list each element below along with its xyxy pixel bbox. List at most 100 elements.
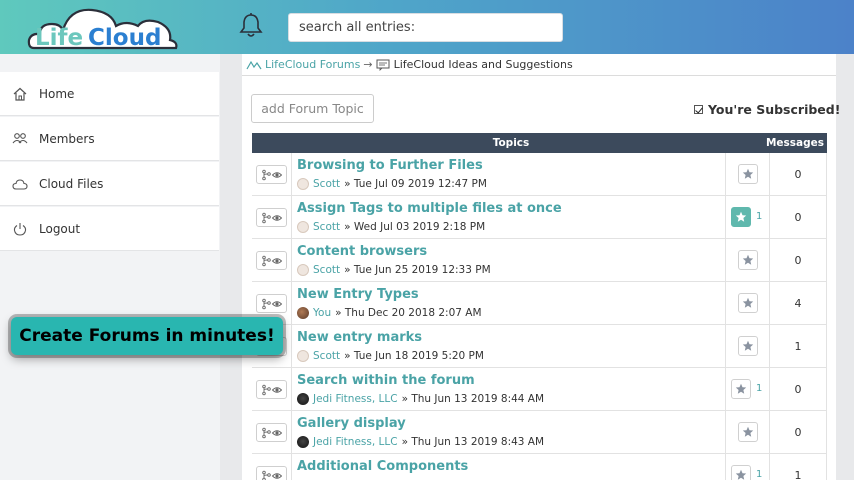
row-actions-cell [252, 239, 292, 282]
topic-meta: Scott » Tue Jul 09 2019 12:47 PM [297, 178, 487, 190]
follow-topic-button[interactable] [256, 294, 287, 313]
follow-topic-button[interactable] [256, 251, 287, 270]
sidebar-item-cloud-files[interactable]: Cloud Files [0, 162, 219, 206]
row-actions-cell [252, 196, 292, 239]
star-icon[interactable] [731, 379, 751, 399]
author-avatar [297, 264, 309, 276]
favorite-cell: 1 [725, 196, 770, 239]
follow-topic-button[interactable] [256, 208, 287, 227]
author-link[interactable]: Scott [313, 264, 340, 276]
column-header-topics[interactable]: Topics [252, 137, 770, 149]
star-icon[interactable] [738, 250, 758, 270]
author-link[interactable]: Scott [313, 178, 340, 190]
author-avatar [297, 307, 309, 319]
star-icon[interactable] [731, 465, 751, 480]
add-forum-topic-button[interactable]: add Forum Topic [251, 94, 374, 123]
app-header: Life Cloud search all entries: [0, 0, 854, 54]
post-date: » Tue Jun 18 2019 5:20 PM [344, 350, 484, 362]
table-row[interactable]: Content browsers Scott » Tue Jun 25 2019 1… [252, 239, 827, 282]
star-icon[interactable] [738, 293, 758, 313]
topic-icon [376, 59, 390, 71]
topic-title-link[interactable]: Content browsers [297, 244, 427, 259]
table-row[interactable]: Search within the forum Jedi Fitness, LLC… [252, 368, 827, 411]
svg-text:Life: Life [35, 25, 83, 51]
favorite-cell [725, 325, 770, 368]
breadcrumb-separator: → [363, 58, 373, 71]
breadcrumb-root-link[interactable]: LifeCloud Forums [265, 58, 360, 71]
subscribe-checkbox[interactable] [694, 105, 703, 114]
author-avatar [297, 350, 309, 362]
favorite-cell: 1 [725, 454, 770, 480]
topic-meta: Jedi Fitness, LLC» Thu Jun 13 2019 8:44 … [297, 393, 544, 405]
promo-callout: Create Forums in minutes! [11, 317, 283, 355]
star-icon[interactable] [738, 336, 758, 356]
table-row[interactable]: Assign Tags to multiple files at once Sco… [252, 196, 827, 239]
table-header: Topics Messages [252, 133, 827, 153]
post-date: » Tue Jul 09 2019 12:47 PM [344, 178, 487, 190]
sidebar-item-label: Members [39, 131, 95, 146]
sidebar-item-logout[interactable]: Logout [0, 207, 219, 251]
star-icon[interactable] [738, 422, 758, 442]
author-avatar [297, 393, 309, 405]
lifecloud-logo[interactable]: Life Cloud [26, 4, 182, 54]
topic-meta: Scott » Tue Jun 18 2019 5:20 PM [297, 350, 484, 362]
topic-title-link[interactable]: Assign Tags to multiple files at once [297, 201, 562, 216]
post-date: » Thu Jun 13 2019 8:44 AM [401, 393, 545, 405]
post-date: » Tue Jun 25 2019 12:33 PM [344, 264, 491, 276]
favorite-cell: 1 [725, 368, 770, 411]
topic-meta: Jedi Fitness, LLC» Thu Jun 13 2019 8:43 … [297, 436, 544, 448]
favorite-cell [725, 411, 770, 454]
forums-icon [246, 60, 262, 69]
author-link[interactable]: Jedi Fitness, LLC [313, 436, 398, 448]
post-date: » Thu Dec 20 2018 2:07 AM [335, 307, 482, 319]
table-row[interactable]: Browsing to Further Files Scott » Tue Jul … [252, 153, 827, 196]
row-actions-cell [252, 454, 292, 480]
table-row[interactable]: Gallery display Jedi Fitness, LLC» Thu Ju… [252, 411, 827, 454]
topic-title-link[interactable]: New Entry Types [297, 287, 419, 302]
column-header-messages[interactable]: Messages [766, 137, 824, 149]
favorite-count: 1 [756, 383, 763, 394]
message-count: 0 [770, 239, 827, 282]
author-avatar [297, 178, 309, 190]
sidebar-item-members[interactable]: Members [0, 117, 219, 161]
message-count: 4 [770, 282, 827, 325]
author-avatar [297, 436, 309, 448]
breadcrumb-current: LifeCloud Ideas and Suggestions [393, 58, 573, 71]
table-row[interactable]: Additional Components 1 1 [252, 454, 827, 480]
breadcrumb: LifeCloud Forums → LifeCloud Ideas and S… [242, 54, 836, 76]
author-link[interactable]: Scott [313, 221, 340, 233]
follow-topic-button[interactable] [256, 466, 287, 480]
table-row[interactable]: New entry marks Scott » Tue Jun 18 2019 5:… [252, 325, 827, 368]
follow-topic-button[interactable] [256, 165, 287, 184]
topic-title-link[interactable]: Search within the forum [297, 373, 475, 388]
sidebar: Home Members Cloud Files Logout [0, 54, 220, 480]
message-count: 1 [770, 325, 827, 368]
message-count: 0 [770, 368, 827, 411]
favorite-count: 1 [756, 469, 763, 480]
follow-topic-button[interactable] [256, 423, 287, 442]
topic-meta: Scott » Wed Jul 03 2019 2:18 PM [297, 221, 485, 233]
message-count: 0 [770, 153, 827, 196]
star-icon[interactable] [738, 164, 758, 184]
bell-icon[interactable] [238, 12, 264, 40]
topic-title-link[interactable]: New entry marks [297, 330, 422, 345]
topic-title-link[interactable]: Gallery display [297, 416, 406, 431]
search-input[interactable]: search all entries: [288, 13, 563, 42]
author-link[interactable]: Jedi Fitness, LLC [313, 393, 398, 405]
table-row[interactable]: New Entry Types You » Thu Dec 20 2018 2:07… [252, 282, 827, 325]
author-link[interactable]: You [313, 307, 331, 319]
sidebar-item-label: Cloud Files [39, 176, 104, 191]
home-icon [13, 87, 27, 101]
sidebar-item-label: Logout [39, 221, 81, 236]
topic-title-link[interactable]: Browsing to Further Files [297, 158, 483, 173]
cloud-icon [12, 178, 28, 190]
svg-text:Cloud: Cloud [88, 25, 161, 51]
author-link[interactable]: Scott [313, 350, 340, 362]
topic-title-link[interactable]: Additional Components [297, 459, 468, 474]
topic-meta: Scott » Tue Jun 25 2019 12:33 PM [297, 264, 491, 276]
star-icon[interactable] [731, 207, 751, 227]
topic-meta: You » Thu Dec 20 2018 2:07 AM [297, 307, 482, 319]
subscribe-toggle[interactable]: You're Subscribed! [694, 102, 840, 117]
follow-topic-button[interactable] [256, 380, 287, 399]
sidebar-item-home[interactable]: Home [0, 72, 219, 116]
